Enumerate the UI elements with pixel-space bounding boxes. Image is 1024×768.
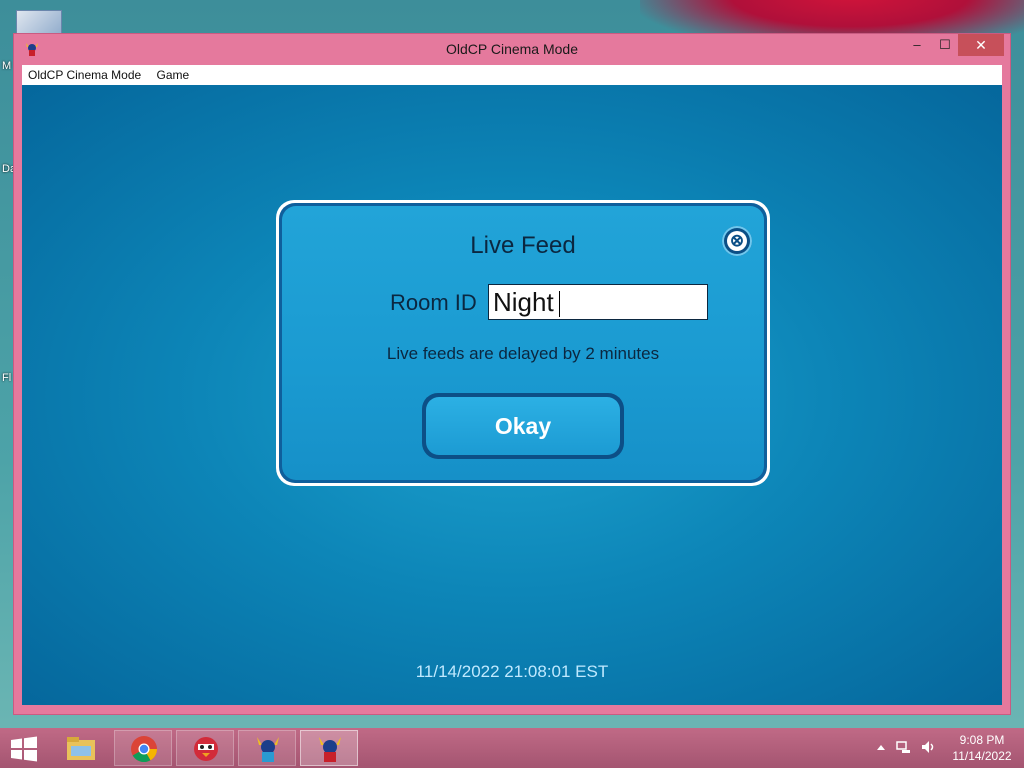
clock-date: 11/14/2022 xyxy=(952,749,1012,763)
dialog-face: Live Feed ⊗ Room ID Night Live feeds are… xyxy=(282,206,764,480)
chevron-up-icon[interactable] xyxy=(876,743,886,751)
viking-penguin-icon xyxy=(257,737,279,762)
maximize-button[interactable]: ☐ xyxy=(930,34,960,56)
menu-oldcp-cinema-mode[interactable]: OldCP Cinema Mode xyxy=(22,65,147,85)
taskbar-chrome[interactable] xyxy=(114,730,172,766)
system-clock[interactable]: 9:08 PM 11/14/2022 xyxy=(946,732,1018,764)
windows-start-icon[interactable] xyxy=(8,736,40,762)
minimize-button[interactable]: – xyxy=(902,34,932,56)
dialog-border: Live Feed ⊗ Room ID Night Live feeds are… xyxy=(279,203,767,483)
room-id-label: Room ID xyxy=(390,290,477,315)
network-icon[interactable] xyxy=(896,740,912,754)
feed-timestamp: 11/14/2022 21:08:01 EST xyxy=(415,662,609,681)
folder-icon xyxy=(67,737,95,760)
live-feed-dialog: Live Feed ⊗ Room ID Night Live feeds are… xyxy=(276,200,770,486)
room-id-value: Night xyxy=(493,287,554,317)
window-title: OldCP Cinema Mode xyxy=(445,41,579,57)
volume-icon[interactable] xyxy=(920,740,938,754)
close-button[interactable]: ✕ xyxy=(958,34,1004,56)
taskbar: 9:08 PM 11/14/2022 xyxy=(0,728,1024,768)
delay-note: Live feeds are delayed by 2 minutes xyxy=(386,344,660,363)
titlebar[interactable]: OldCP Cinema Mode – ☐ ✕ xyxy=(14,34,1010,64)
red-penguin-icon xyxy=(194,737,218,761)
viking-penguin-icon xyxy=(319,737,341,762)
menubar: OldCP Cinema Mode Game xyxy=(22,65,1002,85)
dialog-close-button[interactable]: ⊗ xyxy=(722,226,752,256)
okay-button[interactable]: Okay xyxy=(422,393,624,459)
taskbar-penguin-red[interactable] xyxy=(176,730,234,766)
menu-game[interactable]: Game xyxy=(151,65,196,85)
taskbar-viking-penguin-2[interactable] xyxy=(300,730,358,766)
desktop-label-1: M xyxy=(2,60,12,72)
okay-button-label: Okay xyxy=(426,397,620,455)
chrome-icon xyxy=(131,736,158,763)
app-window: OldCP Cinema Mode – ☐ ✕ OldCP Cinema Mod… xyxy=(14,34,1010,714)
clock-time: 9:08 PM xyxy=(959,733,1005,747)
taskbar-viking-penguin-1[interactable] xyxy=(238,730,296,766)
room-id-input[interactable]: Night xyxy=(488,284,708,320)
dialog-title: Live Feed xyxy=(470,232,576,259)
desktop-label-3: Fl xyxy=(2,372,12,384)
text-caret xyxy=(558,291,560,318)
taskbar-file-explorer[interactable] xyxy=(52,730,110,766)
close-icon: ⊗ xyxy=(727,231,747,251)
game-canvas: Live Feed ⊗ Room ID Night Live feeds are… xyxy=(22,85,1002,705)
